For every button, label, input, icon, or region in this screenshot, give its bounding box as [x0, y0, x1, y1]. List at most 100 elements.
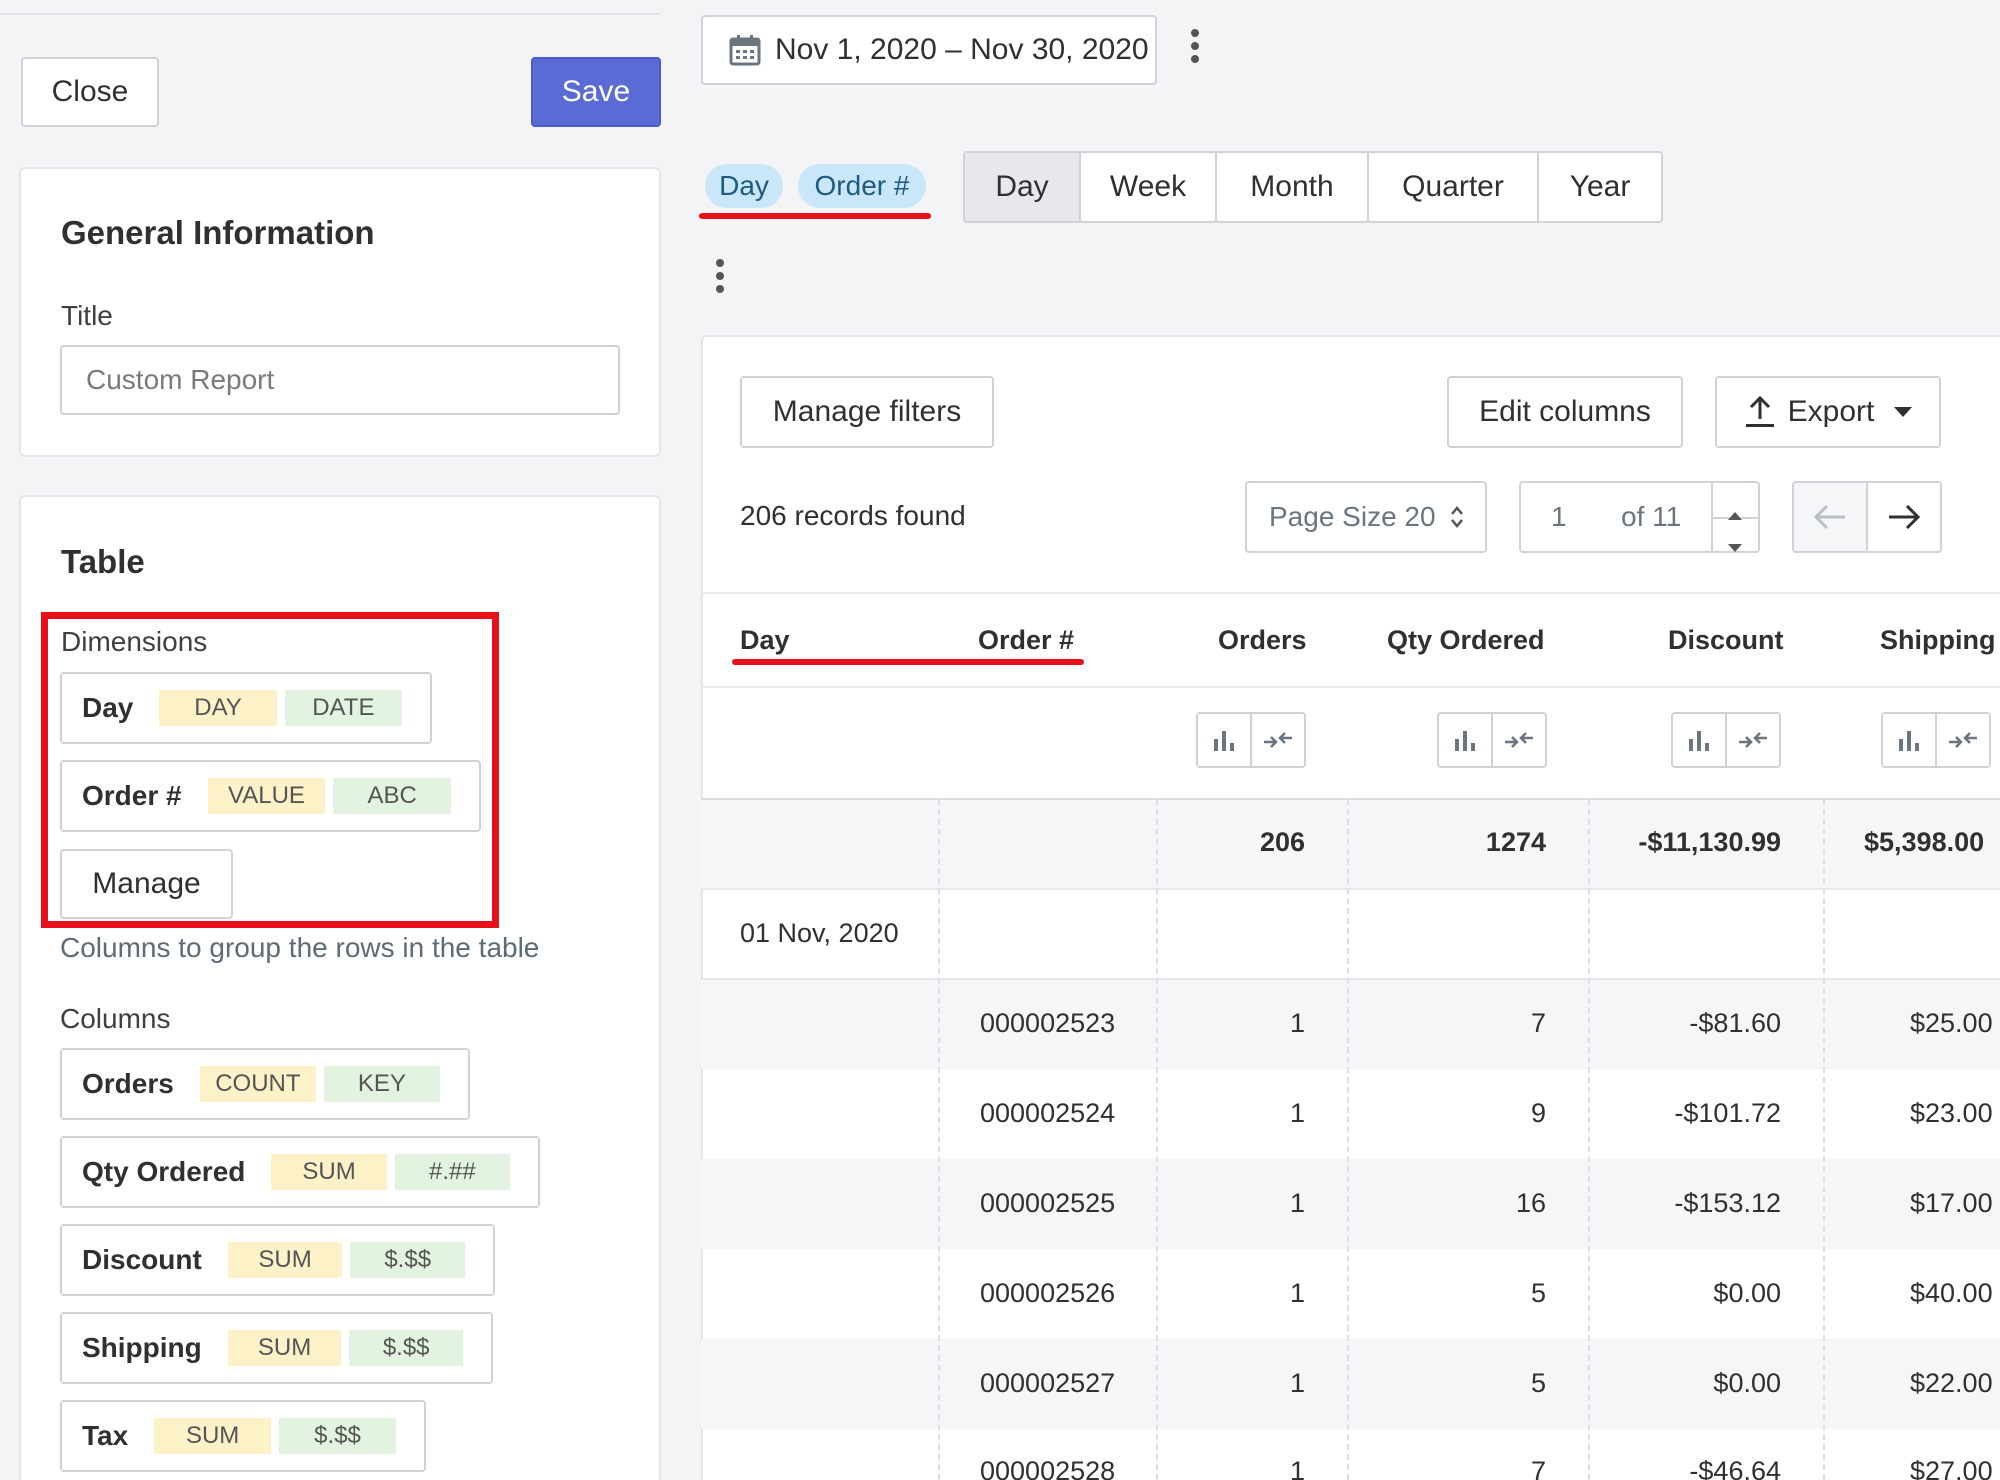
page-up-icon[interactable]: [1728, 495, 1742, 527]
date-range-picker[interactable]: Nov 1, 2020 – Nov 30, 2020: [701, 15, 1157, 85]
shipping-cell: $27.00: [1910, 1456, 1993, 1480]
column-divider: [1588, 799, 1590, 1480]
bar-chart-icon[interactable]: [1198, 714, 1252, 766]
bar-chart-icon[interactable]: [1439, 714, 1493, 766]
column-tax[interactable]: Tax SUM $.$$: [60, 1400, 426, 1472]
header-day[interactable]: Day: [740, 625, 790, 656]
total-discount: -$11,130.99: [1638, 827, 1781, 857]
format-tag: ABC: [333, 778, 451, 814]
calendar-icon: [729, 34, 761, 66]
total-orders: 206: [1259, 827, 1305, 857]
qty-cell: 16: [1515, 1188, 1546, 1218]
dimension-name: Day: [82, 692, 134, 723]
format-tag: $.$$: [279, 1418, 396, 1454]
discount-column-tools: [1671, 712, 1781, 768]
tab-day[interactable]: Day: [965, 153, 1081, 221]
sort-arrows-icon: [1450, 506, 1464, 528]
table-top-border: [701, 592, 2000, 594]
group-pill-order-number[interactable]: Order #: [798, 164, 926, 208]
table-row: [701, 1069, 2000, 1159]
export-label: Export: [1787, 395, 1875, 428]
manage-filters-button[interactable]: Manage filters: [740, 376, 994, 448]
tab-year[interactable]: Year: [1539, 153, 1661, 221]
previous-page-button[interactable]: [1794, 483, 1868, 551]
aggregation-tag: DAY: [159, 690, 277, 726]
aggregation-tag: COUNT: [199, 1066, 316, 1102]
title-field-label: Title: [61, 300, 113, 331]
qty-cell: 7: [1530, 1008, 1546, 1038]
page-number-input[interactable]: 1 of 11: [1519, 481, 1760, 553]
caret-down-icon: [1894, 407, 1913, 417]
page-size-label: Page Size 20: [1269, 501, 1436, 532]
header-orders[interactable]: Orders: [1218, 625, 1307, 656]
edit-columns-button[interactable]: Edit columns: [1447, 376, 1683, 448]
totals-top-border: [701, 798, 2000, 800]
group-pill-day[interactable]: Day: [705, 164, 783, 208]
qty-cell: 5: [1530, 1368, 1546, 1398]
manage-dimensions-button[interactable]: Manage: [60, 849, 233, 919]
order-number-cell: 000002523: [980, 1008, 1116, 1038]
header-order-number[interactable]: Order #: [978, 625, 1074, 656]
dimension-order-number[interactable]: Order # VALUE ABC: [60, 760, 481, 832]
header-qty-ordered[interactable]: Qty Ordered: [1387, 625, 1545, 656]
page-size-select[interactable]: Page Size 20: [1245, 481, 1487, 553]
column-name: Discount: [82, 1244, 202, 1275]
page-navigation: [1792, 481, 1942, 553]
report-title-input[interactable]: Custom Report: [60, 345, 620, 415]
shipping-cell: $23.00: [1910, 1098, 1993, 1128]
shipping-column-tools: [1881, 712, 1991, 768]
tab-month[interactable]: Month: [1217, 153, 1369, 221]
close-button[interactable]: Close: [21, 57, 159, 127]
view-options-kebab-icon[interactable]: [716, 259, 724, 298]
compare-icon[interactable]: [1252, 714, 1304, 766]
save-button[interactable]: Save: [531, 57, 661, 127]
group-day-label: 01 Nov, 2020: [740, 918, 899, 948]
export-button[interactable]: Export: [1715, 376, 1941, 448]
column-orders[interactable]: Orders COUNT KEY: [60, 1048, 470, 1120]
compare-icon[interactable]: [1727, 714, 1779, 766]
aggregation-tag: SUM: [227, 1330, 342, 1366]
next-page-button[interactable]: [1868, 483, 1940, 551]
order-number-cell: 000002526: [980, 1278, 1116, 1308]
totals-row: [701, 799, 2000, 889]
bar-chart-icon[interactable]: [1673, 714, 1727, 766]
discount-cell: -$81.60: [1689, 1008, 1781, 1038]
orders-cell: 1: [1289, 1278, 1305, 1308]
general-information-title: General Information: [61, 214, 375, 251]
group-pills-underline: [699, 213, 931, 219]
date-options-kebab-icon[interactable]: [1191, 29, 1199, 68]
header-shipping[interactable]: Shipping: [1880, 625, 1995, 656]
order-number-cell: 000002528: [980, 1456, 1116, 1480]
orders-cell: 1: [1289, 1188, 1305, 1218]
aggregation-tag: SUM: [154, 1418, 272, 1454]
column-name: Shipping: [82, 1332, 202, 1363]
column-discount[interactable]: Discount SUM $.$$: [60, 1224, 495, 1296]
column-shipping[interactable]: Shipping SUM $.$$: [60, 1312, 493, 1384]
discount-cell: $0.00: [1713, 1368, 1781, 1398]
top-divider: [0, 13, 661, 15]
page-current: 1: [1551, 501, 1567, 532]
column-divider: [1823, 799, 1825, 1480]
page-down-icon[interactable]: [1728, 529, 1742, 561]
column-divider: [1156, 799, 1158, 1480]
column-qty-ordered[interactable]: Qty Ordered SUM #.##: [60, 1136, 540, 1208]
discount-cell: -$101.72: [1674, 1098, 1781, 1128]
compare-icon[interactable]: [1493, 714, 1545, 766]
period-tabs: Day Week Month Quarter Year: [963, 151, 1663, 223]
qty-column-tools: [1437, 712, 1547, 768]
bar-chart-icon[interactable]: [1883, 714, 1937, 766]
tab-week[interactable]: Week: [1081, 153, 1217, 221]
date-range-label: Nov 1, 2020 – Nov 30, 2020: [775, 33, 1149, 66]
dimension-day[interactable]: Day DAY DATE: [60, 672, 432, 744]
header-bottom-border: [701, 686, 2000, 688]
header-discount[interactable]: Discount: [1668, 625, 1784, 656]
table-row: [701, 1159, 2000, 1249]
shipping-cell: $22.00: [1910, 1368, 1993, 1398]
records-found-text: 206 records found: [740, 500, 966, 531]
compare-icon[interactable]: [1937, 714, 1989, 766]
orders-cell: 1: [1289, 1456, 1305, 1480]
shipping-cell: $40.00: [1910, 1278, 1993, 1308]
qty-cell: 5: [1530, 1278, 1546, 1308]
tab-quarter[interactable]: Quarter: [1369, 153, 1539, 221]
qty-cell: 7: [1530, 1456, 1546, 1480]
